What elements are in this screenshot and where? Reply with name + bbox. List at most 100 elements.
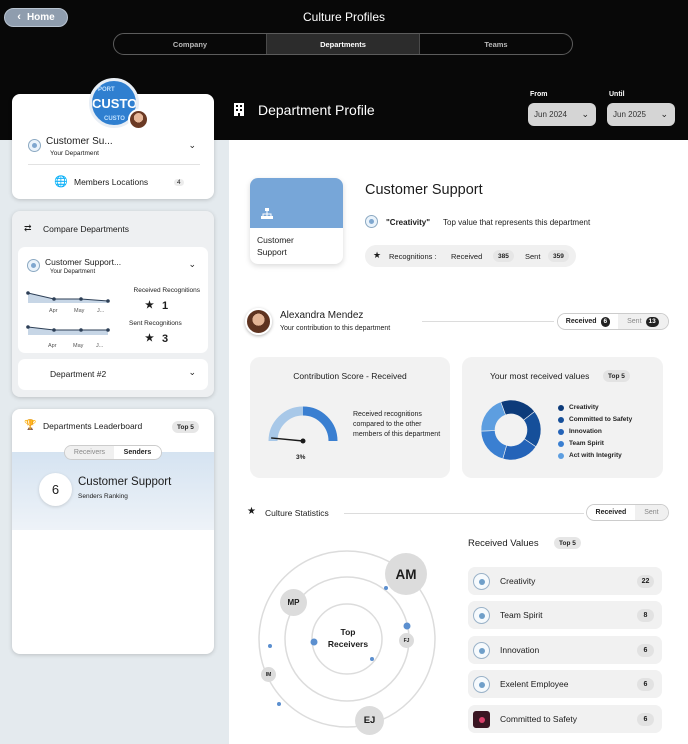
divider [28,164,200,165]
donut-slice [480,401,506,432]
star-icon: ★ [373,250,382,260]
sent-recognitions-label: Sent Recognitions [129,320,182,327]
tab-senders[interactable]: Senders [113,446,161,459]
tab-teams[interactable]: Teams [420,34,572,54]
gauge-band [302,406,338,442]
user-name: Alexandra Mendez [280,310,364,321]
tab-receivers[interactable]: Receivers [65,446,114,459]
user-toggle: Received 6 Sent 13 [557,313,669,330]
avatar-text-top: PPORT [94,87,115,93]
divider [422,321,554,322]
until-label: Until [609,91,625,98]
user-avatar [128,109,149,130]
value-label: Innovation [500,645,540,655]
value-icon [473,676,490,693]
top-value-desc: Top value that represents this departmen… [443,218,591,227]
legend-item: Committed to Safety [558,416,632,423]
contribution-desc: Received recognitions compared to the ot… [353,411,441,438]
recognitions-summary: ★ Recognitions : Received 385 Sent 359 [365,245,576,267]
rank-badge: 6 [39,473,72,506]
legend-label: Committed to Safety [569,416,633,423]
user-sub: Your contribution to this department [280,325,391,332]
received-values-title: Received Values [468,538,539,549]
legend-dot [558,440,564,447]
members-count: 4 [174,179,184,186]
receiver-node[interactable]: EJ [355,706,384,735]
user-received-tab[interactable]: Received 6 [558,314,618,329]
dept2-select[interactable]: Department #2 ⌄ [18,359,208,390]
compare-card: ⇄ Compare Departments Customer Support..… [12,211,214,397]
value-row[interactable]: Team Spirit 8 [468,601,662,629]
compare-title: Compare Departments [43,224,129,234]
value-row[interactable]: Innovation 6 [468,636,662,664]
value-label: Creativity [500,576,536,586]
received-recognitions-label: Received Recognitions [133,287,200,294]
trophy-icon: 🏆 [24,420,37,431]
value-row[interactable]: Exelent Employee 6 [468,670,662,698]
leaderboard-badge: Top 5 [172,421,199,433]
department-icon [27,259,40,272]
legend-item: Team Spirit [558,440,604,447]
received-sparkline [26,291,110,303]
department-icon [28,139,41,152]
sent-label: Sent [525,252,541,261]
user-sent-tab[interactable]: Sent 13 [617,314,668,329]
value-icon [473,573,490,590]
received-label: Received [451,252,483,261]
tab-company[interactable]: Company [114,34,266,54]
month-label: Apr [49,308,58,314]
received-values-badge: Top 5 [554,537,581,549]
contribution-panel: Contribution Score - Received 3% Receive… [250,357,450,478]
leaderboard-tabs: Receivers Senders [64,445,162,460]
chevron-down-icon[interactable]: ⌄ [188,259,196,270]
app-title: Culture Profiles [302,10,386,24]
contribution-title: Contribution Score - Received [293,371,407,381]
gauge-band [268,406,304,442]
value-icon [473,607,490,624]
value-count: 22 [637,575,654,588]
culture-sent-tab[interactable]: Sent [634,505,668,520]
star-icon: ★ [145,333,154,344]
highlight-name: Customer Support [78,476,172,488]
dept1-name: Customer Support... [45,257,122,267]
department-card-label: Customer Support [257,235,294,257]
value-label: Committed to Safety [500,714,578,724]
receiver-node[interactable]: IM [261,667,276,682]
legend-item: Creativity [558,404,599,411]
value-row[interactable]: Committed to Safety 6 [468,705,662,733]
chevron-down-icon[interactable]: ⌄ [188,140,196,151]
leaderboard-title: Departments Leaderboard [43,421,143,431]
center-label-top: Top [340,627,356,637]
receiver-node[interactable]: MP [280,589,307,616]
value-row[interactable]: Creativity 22 [468,567,662,595]
culture-stats-title: Culture Statistics [265,508,329,518]
dept1-sub: Your Department [50,269,96,275]
user-sent-count: 13 [645,316,659,327]
culture-toggle: Received Sent [586,504,669,521]
user-received-label: Received [565,318,597,325]
avatar-text-main: CUSTO [92,96,138,111]
value-icon [473,642,490,659]
culture-received-tab[interactable]: Received [587,505,635,520]
receiver-node[interactable]: AM [385,553,427,595]
most-received-badge: Top 5 [603,370,630,382]
until-date-value: Jun 2025 [613,110,646,119]
month-label: J... [97,308,105,314]
legend-dot [558,404,564,411]
value-count: 6 [637,678,654,691]
members-locations-link[interactable]: Members Locations [74,177,148,187]
contribution-gauge [268,406,338,444]
from-date-select[interactable]: Jun 2024 ⌄ [528,103,596,126]
value-count: 8 [637,609,654,622]
legend-label: Act with Integrity [569,452,622,459]
star-icon: ★ [247,506,256,517]
tab-departments[interactable]: Departments [266,34,420,54]
building-icon [234,103,244,116]
until-date-select[interactable]: Jun 2025 ⌄ [607,103,675,126]
page-title: Department Profile [258,102,375,118]
center-label-receivers: Receivers [327,639,369,649]
department-sub: Your Department [50,150,99,157]
receiver-node[interactable]: FJ [399,633,414,648]
divider [344,513,584,514]
department-name: Customer Su... [46,136,113,147]
